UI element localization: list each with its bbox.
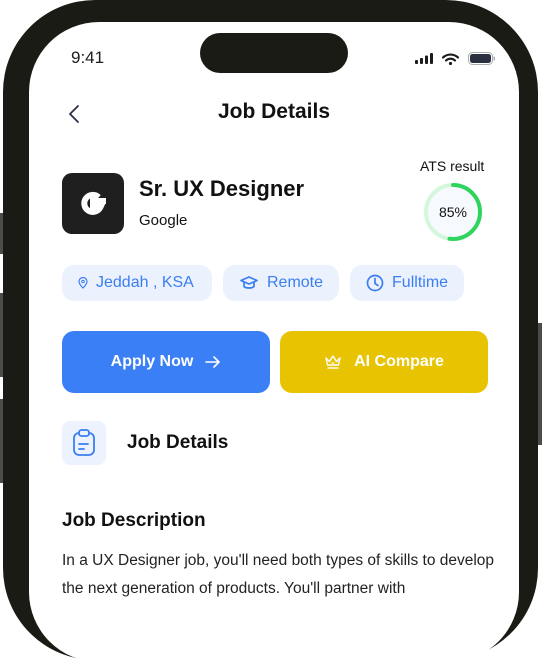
job-details-icon-box (62, 421, 106, 465)
tag-work-mode[interactable]: Remote (223, 265, 340, 301)
arrow-right-icon (205, 356, 221, 368)
ats-value: 85% (438, 204, 468, 220)
wifi-icon (442, 52, 459, 65)
clipboard-icon (73, 429, 95, 456)
job-tags: Jeddah , KSA Remote Fulltime (62, 265, 465, 301)
phone-frame: 9:41 Job Details Sr. UX Designer Google … (3, 0, 538, 662)
location-pin-icon (78, 277, 88, 289)
page-title: Job Details (217, 100, 331, 123)
tag-label: Jeddah , KSA (96, 274, 194, 291)
ai-compare-button[interactable]: AI Compare (280, 331, 488, 393)
job-details-section-label: Job Details (127, 432, 229, 453)
company-name: Google (139, 212, 188, 229)
status-icons (415, 52, 495, 65)
status-time: 9:41 (71, 48, 105, 67)
phone-screen: 9:41 Job Details Sr. UX Designer Google … (29, 22, 519, 662)
google-g-icon (81, 191, 106, 215)
header: Job Details (29, 94, 519, 134)
tag-label: Remote (267, 274, 324, 291)
battery-icon (468, 52, 495, 65)
company-logo (62, 173, 124, 234)
cellular-signal-icon (415, 53, 433, 64)
ai-compare-label: AI Compare (354, 353, 444, 370)
job-description-title: Job Description (62, 510, 206, 531)
graduation-cap-icon (240, 276, 258, 289)
job-title: Sr. UX Designer (139, 176, 305, 201)
clock-icon (366, 274, 384, 292)
apply-now-button[interactable]: Apply Now (62, 331, 270, 393)
crown-icon (325, 355, 341, 369)
tag-location[interactable]: Jeddah , KSA (62, 265, 212, 301)
job-description-text: In a UX Designer job, you'll need both t… (62, 552, 495, 597)
apply-now-label: Apply Now (110, 353, 194, 370)
side-button-right (538, 323, 542, 445)
ats-label: ATS result (420, 158, 485, 174)
dynamic-island (200, 33, 348, 73)
tag-employment-type[interactable]: Fulltime (350, 265, 465, 301)
tag-label: Fulltime (392, 274, 449, 291)
